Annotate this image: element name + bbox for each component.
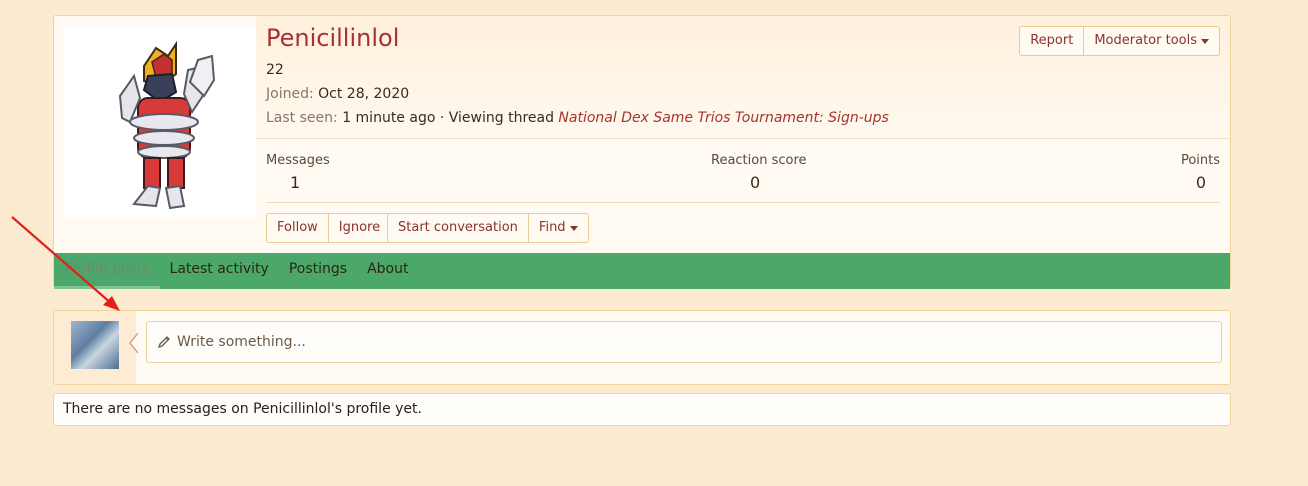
caret-down-icon xyxy=(1201,38,1209,44)
stat-messages-label: Messages xyxy=(266,153,330,168)
pencil-icon xyxy=(157,336,170,349)
follow-button[interactable]: Follow xyxy=(267,214,329,242)
tab-profile-posts[interactable]: Profile posts xyxy=(54,253,160,289)
stats-divider xyxy=(266,202,1220,203)
find-button[interactable]: Find xyxy=(529,214,588,242)
profile-tabs: Profile posts Latest activity Postings A… xyxy=(54,253,1230,289)
profile-avatar[interactable] xyxy=(64,26,256,218)
stat-points-label: Points xyxy=(1180,153,1220,168)
moderator-tools-button[interactable]: Moderator tools xyxy=(1084,27,1219,55)
report-button[interactable]: Report xyxy=(1020,27,1085,55)
joined-label: Joined: xyxy=(266,86,314,102)
ignore-button[interactable]: Ignore xyxy=(329,214,390,242)
profile-post-composer: Write something... xyxy=(53,310,1231,385)
follow-ignore-group: Follow Ignore xyxy=(266,213,392,243)
last-seen-value: 1 minute ago · Viewing thread xyxy=(342,110,554,126)
composer-avatar-column xyxy=(54,311,136,384)
profile-last-seen: Last seen: 1 minute ago · Viewing thread… xyxy=(266,110,889,126)
write-something-input[interactable]: Write something... xyxy=(146,321,1222,363)
write-something-placeholder: Write something... xyxy=(177,334,306,350)
joined-value: Oct 28, 2020 xyxy=(318,86,410,102)
stat-reaction-label: Reaction score xyxy=(711,153,807,168)
profile-card: Penicillinlol 22 Joined: Oct 28, 2020 La… xyxy=(53,15,1231,289)
tab-latest-activity[interactable]: Latest activity xyxy=(160,253,279,289)
header-button-group: Report Moderator tools xyxy=(1019,26,1220,56)
start-conversation-button[interactable]: Start conversation xyxy=(388,214,529,242)
conversation-find-group: Start conversation Find xyxy=(387,213,589,243)
tab-postings[interactable]: Postings xyxy=(279,253,357,289)
last-seen-label: Last seen: xyxy=(266,110,338,126)
empty-profile-message: There are no messages on Penicillinlol's… xyxy=(53,393,1231,426)
moderator-tools-label: Moderator tools xyxy=(1094,33,1197,48)
last-seen-thread-link[interactable]: National Dex Same Trios Tournament: Sign… xyxy=(558,110,888,126)
current-user-avatar[interactable] xyxy=(71,321,119,369)
profile-joined: Joined: Oct 28, 2020 xyxy=(266,86,409,102)
stat-points-value: 0 xyxy=(1195,173,1206,192)
find-label: Find xyxy=(538,220,566,235)
caret-down-icon xyxy=(569,225,578,231)
stat-messages-value[interactable]: 1 xyxy=(290,173,300,192)
profile-age: 22 xyxy=(266,62,284,78)
avatar-sprite xyxy=(118,40,216,210)
tab-about[interactable]: About xyxy=(357,253,418,289)
stat-reaction-value: 0 xyxy=(750,173,761,192)
profile-username: Penicillinlol xyxy=(266,24,400,52)
chevron-left-icon xyxy=(129,332,139,354)
